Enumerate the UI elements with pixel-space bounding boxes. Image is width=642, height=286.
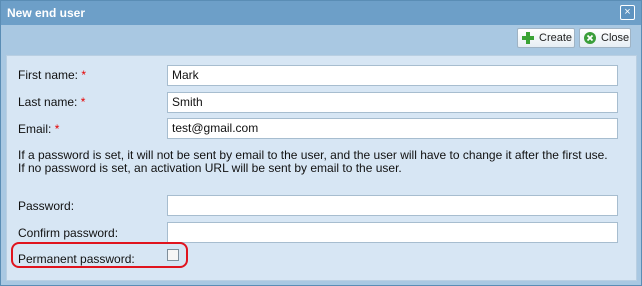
required-marker: * — [80, 95, 86, 109]
password-info-text: If a password is set, it will not be sen… — [18, 149, 618, 175]
permanent-password-label: Permanent password: — [18, 252, 135, 266]
confirm-password-field[interactable] — [167, 222, 618, 243]
plus-icon — [521, 31, 535, 45]
first-name-field[interactable]: Mark — [167, 65, 618, 86]
dialog-toolbar: Create Close — [2, 26, 640, 52]
password-label: Password: — [18, 199, 75, 213]
close-x-icon[interactable]: × — [620, 5, 635, 20]
new-end-user-dialog: New end user × Create Close First name: … — [0, 0, 642, 286]
required-marker: * — [54, 122, 60, 136]
close-button-label: Close — [601, 32, 630, 44]
dialog-title: New end user — [7, 6, 86, 20]
permanent-password-checkbox[interactable] — [167, 249, 179, 261]
first-name-label: First name: * — [18, 68, 87, 82]
end-user-form: First name: * Mark Last name: * Smith Em… — [6, 55, 637, 281]
last-name-label: Last name: * — [18, 95, 86, 109]
email-label: Email: * — [18, 122, 60, 136]
email-field[interactable]: test@gmail.com — [167, 118, 618, 139]
dialog-titlebar: New end user × — [1, 1, 641, 25]
password-info-line-2: If no password is set, an activation URL… — [18, 161, 402, 175]
create-button[interactable]: Create — [517, 28, 575, 48]
close-button[interactable]: Close — [579, 28, 631, 48]
password-field[interactable] — [167, 195, 618, 216]
last-name-field[interactable]: Smith — [167, 92, 618, 113]
confirm-password-label: Confirm password: — [18, 226, 119, 240]
close-circle-icon — [583, 31, 597, 45]
required-marker: * — [81, 68, 87, 82]
create-button-label: Create — [539, 32, 573, 44]
